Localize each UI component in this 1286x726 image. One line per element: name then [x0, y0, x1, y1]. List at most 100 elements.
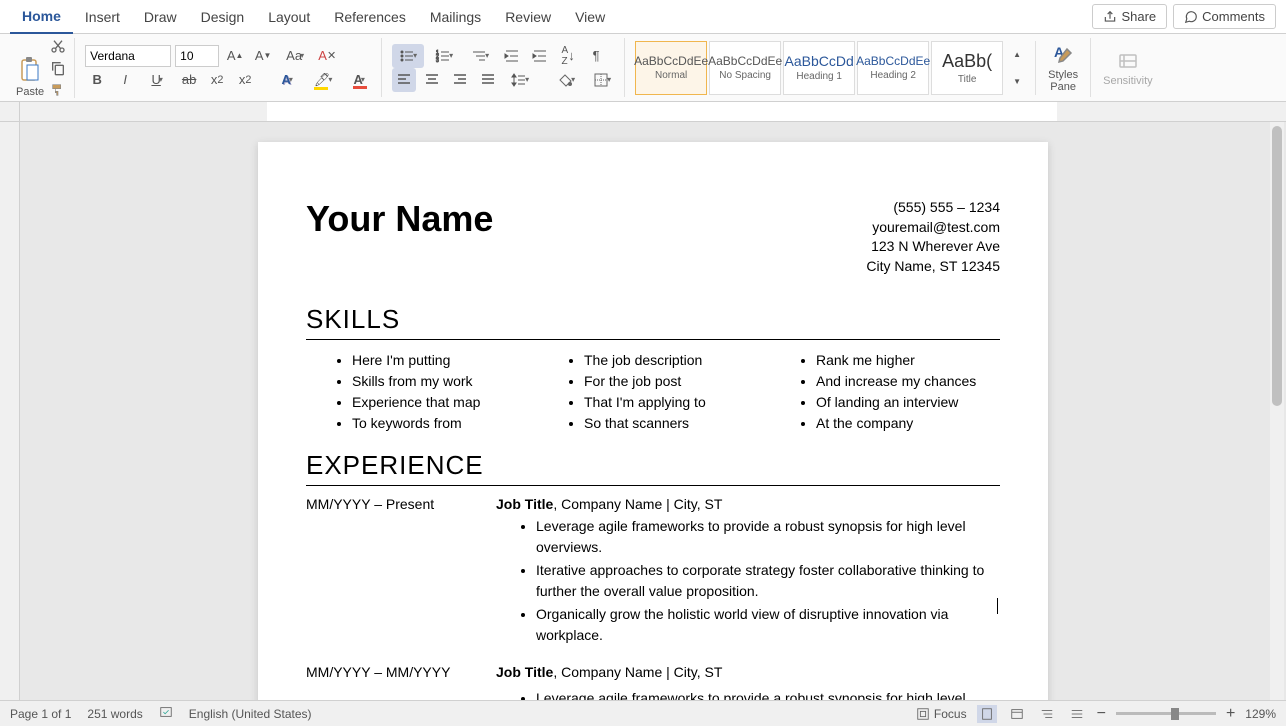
text-cursor [997, 598, 998, 614]
document-page[interactable]: Your Name (555) 555 – 1234 youremail@tes… [258, 142, 1048, 700]
styles-pane-button[interactable]: A Styles Pane [1040, 39, 1086, 97]
skills-col-2: The job descriptionFor the job post That… [560, 350, 768, 434]
line-spacing-button[interactable]: ▾ [504, 68, 536, 92]
share-icon [1103, 10, 1117, 24]
sort-button[interactable]: AZ↓ [556, 44, 580, 68]
bullets-button[interactable]: ▾ [392, 44, 424, 68]
document-area: Your Name (555) 555 – 1234 youremail@tes… [0, 122, 1286, 700]
format-painter-icon[interactable] [50, 82, 66, 98]
increase-indent-button[interactable] [528, 44, 552, 68]
vertical-ruler[interactable] [0, 122, 20, 700]
tab-mailings[interactable]: Mailings [418, 1, 493, 33]
clipboard-icon [18, 56, 42, 84]
borders-button[interactable]: ▾ [586, 68, 618, 92]
language-indicator[interactable]: English (United States) [189, 707, 312, 721]
tab-references[interactable]: References [322, 1, 418, 33]
show-marks-button[interactable]: ¶ [584, 44, 608, 68]
increase-font-button[interactable]: A▲ [223, 44, 247, 68]
font-color-button[interactable]: A▾ [343, 68, 375, 92]
zoom-level[interactable]: 129% [1245, 707, 1276, 721]
align-left-button[interactable] [392, 68, 416, 92]
paste-button[interactable]: Paste [16, 56, 44, 98]
draft-view[interactable] [1067, 705, 1087, 723]
shading-button[interactable]: ▾ [550, 68, 582, 92]
decrease-font-button[interactable]: A▼ [251, 44, 275, 68]
superscript-button[interactable]: x2 [233, 68, 257, 92]
style-heading1[interactable]: AaBbCcDdHeading 1 [783, 41, 855, 95]
sensitivity-icon [1116, 49, 1140, 73]
align-right-icon [452, 72, 468, 88]
style-title[interactable]: AaBb(Title [931, 41, 1003, 95]
styles-gallery: AaBbCcDdEeNormal AaBbCcDdEeNo Spacing Aa… [629, 41, 1036, 95]
status-bar: Page 1 of 1 251 words English (United St… [0, 700, 1286, 726]
tab-design[interactable]: Design [189, 1, 257, 33]
page-indicator[interactable]: Page 1 of 1 [10, 707, 71, 721]
font-name-select[interactable] [85, 45, 171, 67]
ribbon-tabs: Home Insert Draw Design Layout Reference… [0, 0, 1286, 34]
spell-check-icon[interactable] [159, 705, 173, 722]
justify-button[interactable] [476, 68, 500, 92]
underline-button[interactable]: U▾ [141, 68, 173, 92]
align-right-button[interactable] [448, 68, 472, 92]
skills-heading[interactable]: SKILLS [306, 304, 1000, 335]
experience-heading[interactable]: EXPERIENCE [306, 450, 1000, 481]
multilevel-list-button[interactable]: ▾ [464, 44, 496, 68]
outline-view[interactable] [1037, 705, 1057, 723]
tab-draw[interactable]: Draw [132, 1, 189, 33]
justify-icon [480, 72, 496, 88]
text-effects-button[interactable]: A▾ [271, 68, 303, 92]
vertical-scrollbar[interactable] [1270, 122, 1284, 700]
zoom-slider[interactable] [1116, 712, 1216, 715]
tab-view[interactable]: View [563, 1, 617, 33]
experience-entry[interactable]: MM/YYYY – Present Job Title, Company Nam… [306, 496, 1000, 648]
italic-button[interactable]: I [113, 68, 137, 92]
indent-icon [532, 48, 548, 64]
change-case-button[interactable]: Aa▾ [279, 44, 311, 68]
subscript-button[interactable]: x2 [205, 68, 229, 92]
copy-icon[interactable] [50, 60, 66, 76]
decrease-indent-button[interactable] [500, 44, 524, 68]
styles-scroll[interactable]: ▲▼ [1005, 41, 1029, 95]
strikethrough-button[interactable]: ab [177, 68, 201, 92]
align-center-button[interactable] [420, 68, 444, 92]
numbering-button[interactable]: 123▾ [428, 44, 460, 68]
outdent-icon [504, 48, 520, 64]
section-rule [306, 485, 1000, 486]
style-heading2[interactable]: AaBbCcDdEeHeading 2 [857, 41, 929, 95]
ribbon-toolbar: Paste A▲ A▼ Aa▾ A✕ B I U▾ ab x2 x2 A▾ 🖊▾… [0, 34, 1286, 102]
style-no-spacing[interactable]: AaBbCcDdEeNo Spacing [709, 41, 781, 95]
share-button[interactable]: Share [1092, 4, 1167, 29]
skills-columns[interactable]: Here I'm puttingSkills from my work Expe… [306, 350, 1000, 434]
skills-col-3: Rank me higherAnd increase my chances Of… [792, 350, 1000, 434]
comment-icon [1184, 10, 1198, 24]
zoom-in-button[interactable]: + [1226, 705, 1235, 723]
tab-home[interactable]: Home [10, 0, 73, 34]
resume-name[interactable]: Your Name [306, 198, 493, 276]
scrollbar-thumb[interactable] [1272, 126, 1282, 406]
experience-entry[interactable]: MM/YYYY – MM/YYYY Job Title, Company Nam… [306, 664, 1000, 700]
bold-button[interactable]: B [85, 68, 109, 92]
sensitivity-button[interactable]: Sensitivity [1095, 45, 1161, 91]
align-center-icon [424, 72, 440, 88]
tab-insert[interactable]: Insert [73, 1, 132, 33]
style-normal[interactable]: AaBbCcDdEeNormal [635, 41, 707, 95]
document-scroll[interactable]: Your Name (555) 555 – 1234 youremail@tes… [20, 122, 1286, 700]
web-layout-view[interactable] [1007, 705, 1027, 723]
styles-pane-icon: A [1051, 43, 1075, 67]
zoom-out-button[interactable]: − [1097, 705, 1106, 723]
comments-button[interactable]: Comments [1173, 4, 1276, 29]
print-layout-view[interactable] [977, 705, 997, 723]
tab-review[interactable]: Review [493, 1, 563, 33]
highlight-button[interactable]: 🖊▾ [307, 68, 339, 92]
word-count[interactable]: 251 words [87, 707, 142, 721]
section-rule [306, 339, 1000, 340]
skills-col-1: Here I'm puttingSkills from my work Expe… [328, 350, 536, 434]
focus-mode-button[interactable]: Focus [916, 707, 967, 721]
clear-formatting-button[interactable]: A✕ [315, 44, 339, 68]
resume-contact[interactable]: (555) 555 – 1234 youremail@test.com 123 … [866, 198, 1000, 276]
cut-icon[interactable] [50, 38, 66, 54]
font-size-select[interactable] [175, 45, 219, 67]
horizontal-ruler[interactable] [0, 102, 1286, 122]
tab-layout[interactable]: Layout [256, 1, 322, 33]
align-left-icon [396, 72, 412, 88]
